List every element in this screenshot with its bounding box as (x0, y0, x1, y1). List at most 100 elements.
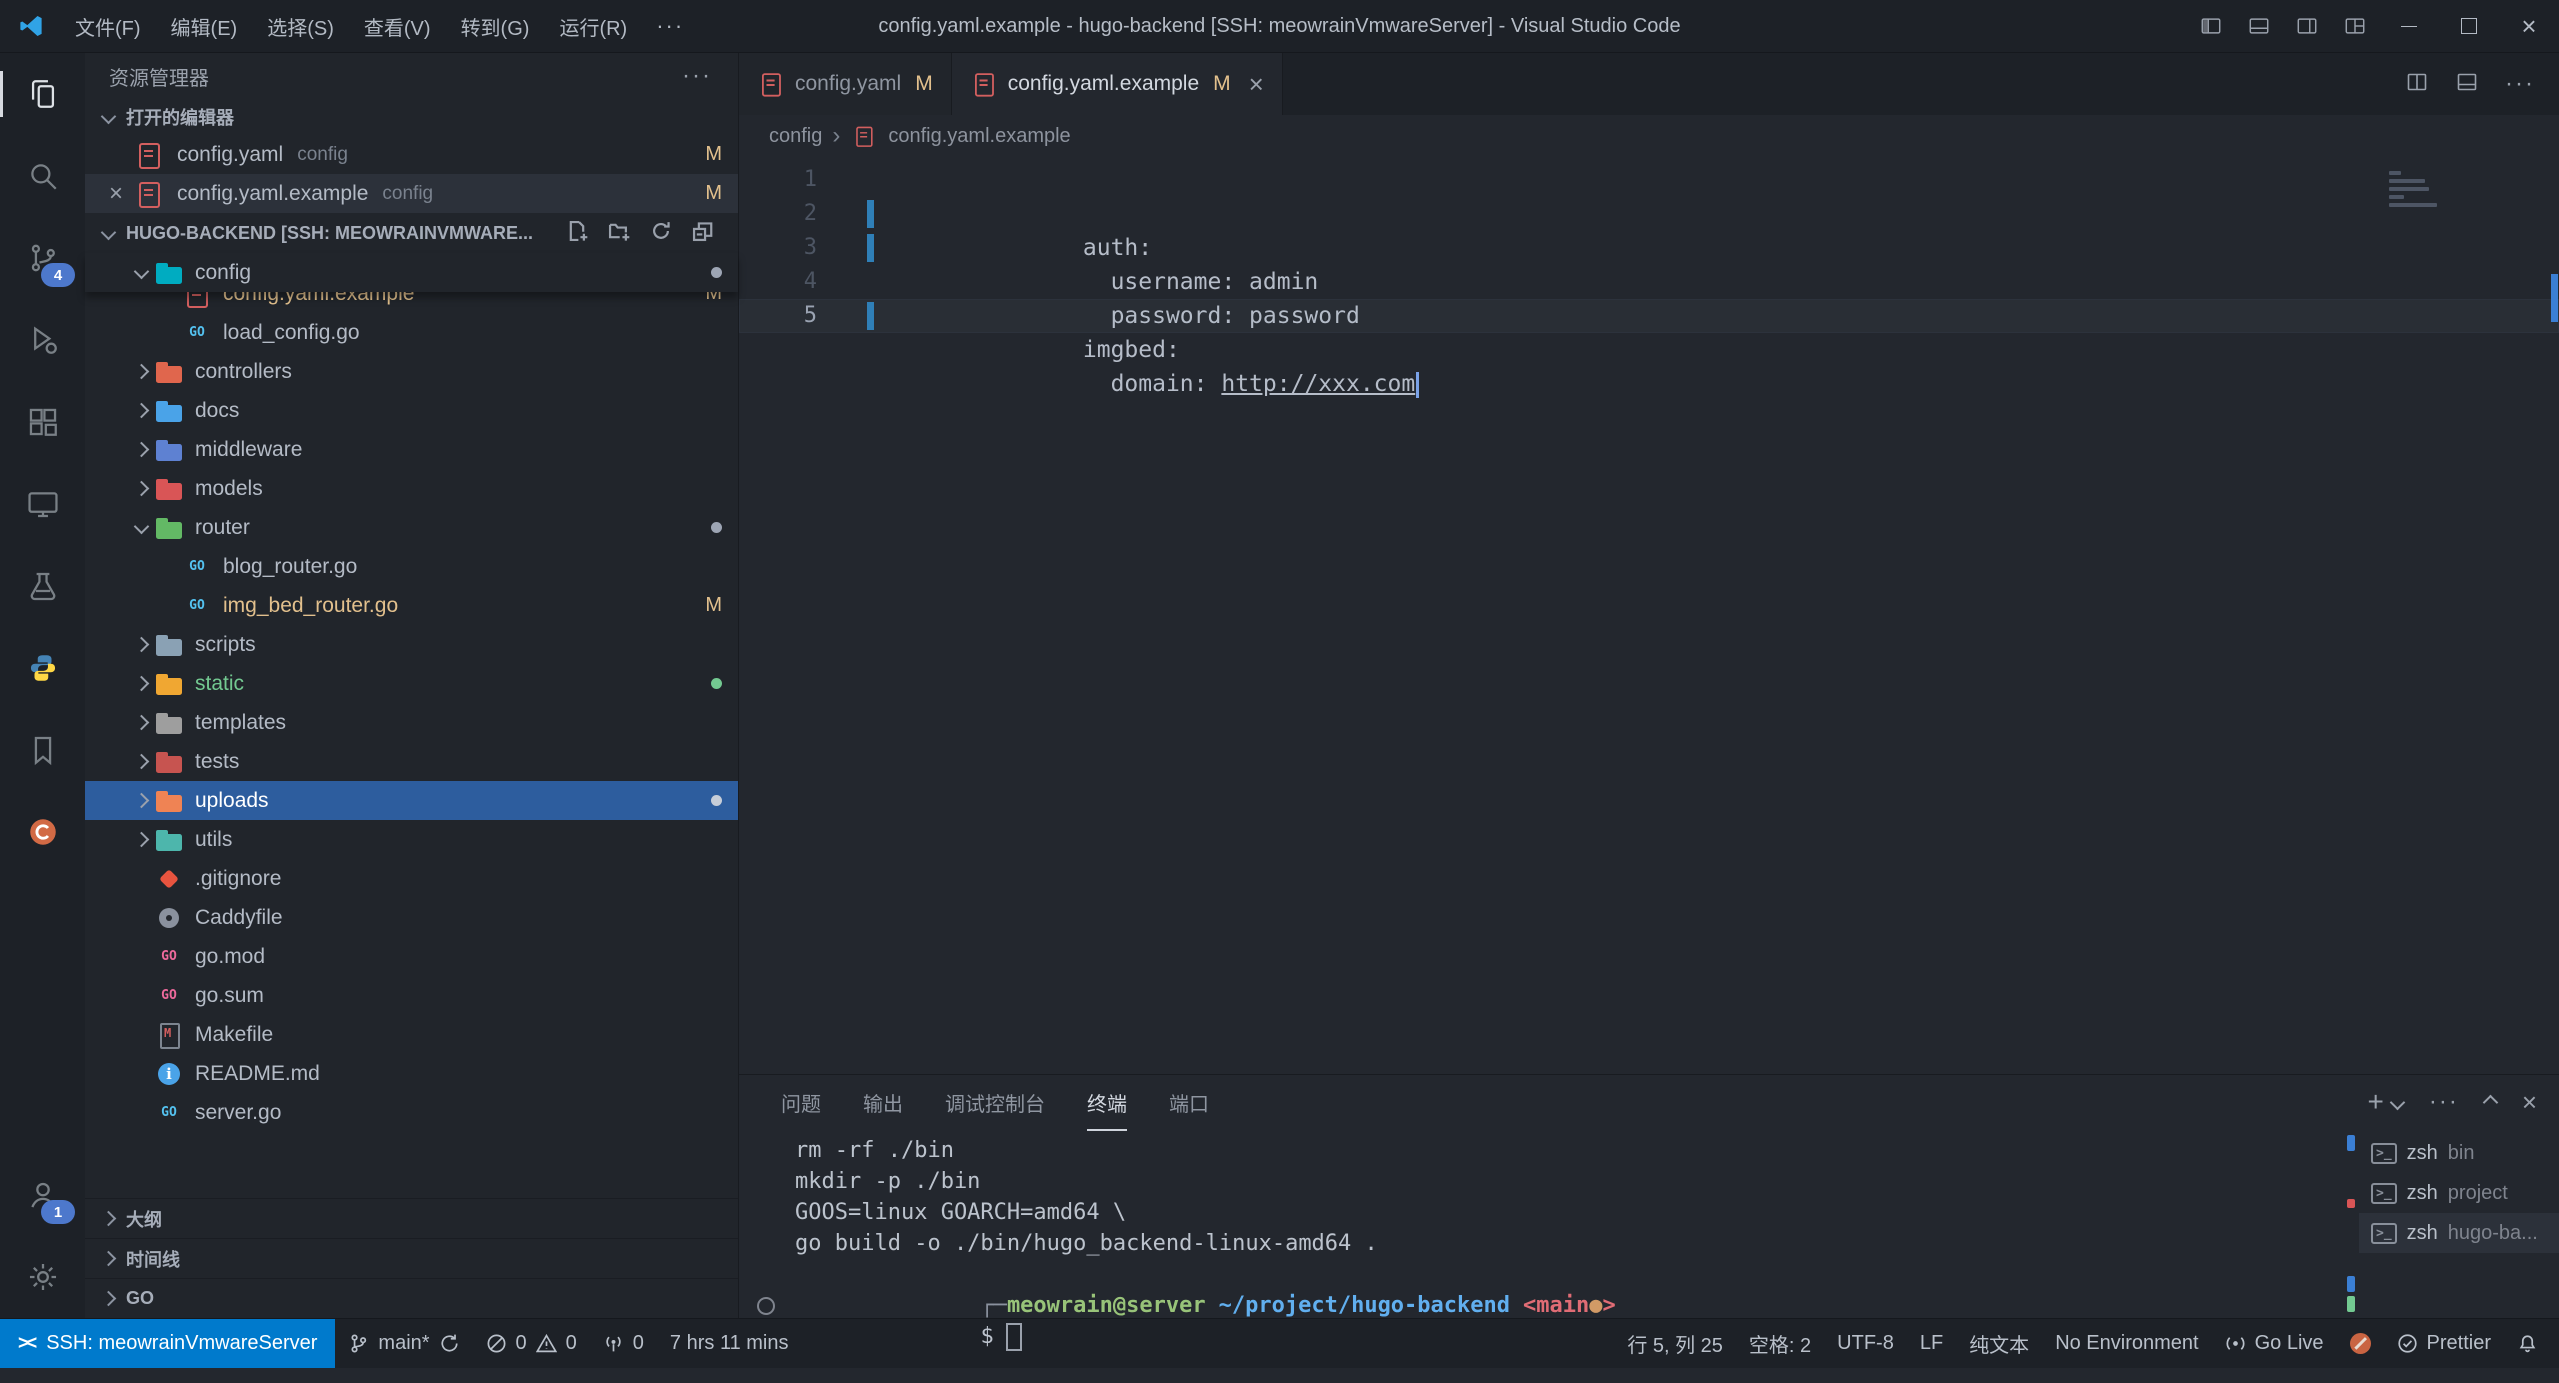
code-line[interactable]: 5 domain: http://xxx.com (739, 299, 2559, 333)
customize-layout-icon[interactable] (2331, 0, 2379, 52)
open-editors-header[interactable]: 打开的编辑器 (85, 99, 738, 135)
terminal-tab[interactable]: >_ zsh hugo-ba... (2359, 1213, 2559, 1253)
toggle-panel-icon[interactable] (2235, 0, 2283, 52)
go-live-button[interactable]: Go Live (2212, 1319, 2337, 1368)
tree-item[interactable]: Makefile (85, 1015, 738, 1054)
menu-item[interactable]: 编辑(E) (156, 0, 253, 52)
sidebar-section[interactable]: 大纲 (85, 1198, 738, 1238)
tree-item[interactable]: utils (85, 820, 738, 859)
tree-item[interactable]: config (85, 253, 738, 292)
terminal-input-line[interactable]: $ (795, 1290, 2343, 1321)
sidebar-section[interactable]: 时间线 (85, 1238, 738, 1278)
tree-item[interactable]: blog_router.go (85, 547, 738, 586)
panel-more-actions-icon[interactable]: ··· (2429, 1088, 2459, 1116)
tree-item[interactable]: templates (85, 703, 738, 742)
tree-item[interactable]: server.go (85, 1093, 738, 1132)
source-control-icon[interactable]: 4 (0, 217, 85, 299)
close-window-button[interactable]: × (2499, 0, 2559, 52)
open-editor-item[interactable]: × config.yaml.example config M (85, 174, 738, 213)
split-editor-icon[interactable] (2405, 70, 2429, 99)
run-debug-icon[interactable] (0, 299, 85, 381)
maximize-button[interactable] (2439, 0, 2499, 52)
code-editor[interactable]: 1 auth: 2 username: admin 3 password: pa… (739, 157, 2559, 1074)
maximize-panel-icon[interactable] (2483, 1094, 2499, 1110)
bookmarks-icon[interactable] (0, 709, 85, 791)
prettier-status[interactable]: Prettier (2384, 1319, 2504, 1368)
panel-tab[interactable]: 调试控制台 (945, 1075, 1045, 1131)
encoding-status[interactable]: UTF-8 (1824, 1319, 1907, 1368)
menu-item[interactable]: 运行(R) (544, 0, 642, 52)
testing-icon[interactable] (0, 545, 85, 627)
remote-explorer-icon[interactable] (0, 463, 85, 545)
tree-item[interactable]: tests (85, 742, 738, 781)
open-editor-item[interactable]: config.yaml config M (85, 135, 738, 174)
tree-item[interactable]: controllers (85, 352, 738, 391)
terminal-output[interactable]: rm -rf ./bin mkdir -p ./bin GOOS=linux G… (739, 1129, 2343, 1318)
panel-tab[interactable]: 输出 (863, 1075, 903, 1131)
cursor-position-status[interactable]: 行 5, 列 25 (1614, 1319, 1736, 1368)
explorer-more-actions-icon[interactable]: ··· (668, 62, 726, 90)
toggle-primary-sidebar-icon[interactable] (2187, 0, 2235, 52)
code-line[interactable]: 3 password: password (739, 231, 2559, 265)
close-editor-icon[interactable]: × (97, 180, 135, 208)
extensions-icon[interactable] (0, 381, 85, 463)
refresh-icon[interactable] (650, 220, 672, 247)
code-line[interactable]: 2 username: admin (739, 197, 2559, 231)
editor-tab[interactable]: config.yaml.example M × (952, 53, 1283, 115)
code-line[interactable]: 1 auth: (739, 163, 2559, 197)
menu-item[interactable]: 查看(V) (349, 0, 446, 52)
branch-status[interactable]: main* (335, 1319, 472, 1368)
tree-item[interactable]: models (85, 469, 738, 508)
tree-item[interactable]: img_bed_router.go M (85, 586, 738, 625)
tree-item[interactable]: README.md (85, 1054, 738, 1093)
tree-item[interactable]: load_config.go (85, 313, 738, 352)
breadcrumb-file[interactable]: config.yaml.example (888, 125, 1070, 148)
minimize-button[interactable] (2379, 0, 2439, 52)
tree-item[interactable]: static (85, 664, 738, 703)
code-line[interactable]: 4 imgbed: (739, 265, 2559, 299)
c-extension-icon[interactable] (0, 791, 85, 873)
close-tab-icon[interactable]: × (1249, 71, 1264, 97)
tree-item[interactable]: go.mod (85, 937, 738, 976)
language-mode-status[interactable]: 纯文本 (1956, 1319, 2042, 1368)
close-panel-icon[interactable]: × (2522, 1089, 2537, 1115)
workspace-header[interactable]: HUGO-BACKEND [SSH: MEOWRAINVMWARE... (85, 213, 738, 253)
tree-item[interactable]: scripts (85, 625, 738, 664)
tree-item[interactable]: Caddyfile (85, 898, 738, 937)
new-folder-icon[interactable] (608, 220, 630, 247)
new-file-icon[interactable] (566, 220, 588, 247)
tree-item[interactable]: .gitignore (85, 859, 738, 898)
minimap[interactable] (2389, 171, 2459, 211)
sidebar-section[interactable]: GO (85, 1278, 738, 1318)
panel-tab[interactable]: 端口 (1169, 1075, 1209, 1131)
tree-item[interactable]: middleware (85, 430, 738, 469)
tree-item[interactable]: go.sum (85, 976, 738, 1015)
menu-item[interactable]: 文件(F) (60, 0, 156, 52)
eol-status[interactable]: LF (1907, 1319, 1956, 1368)
menu-item[interactable]: 转到(G) (446, 0, 545, 52)
python-extension-icon[interactable] (0, 627, 85, 709)
settings-gear-icon[interactable] (0, 1236, 85, 1318)
editor-tab[interactable]: config.yaml M (739, 53, 952, 115)
notifications-bell[interactable] (2504, 1319, 2551, 1368)
problems-status[interactable]: 0 0 (473, 1319, 590, 1368)
command-decoration-icon[interactable] (757, 1297, 775, 1315)
spell-checker-status[interactable] (2337, 1319, 2384, 1368)
forwarded-ports-status[interactable]: 0 (590, 1319, 657, 1368)
tree-item[interactable]: uploads (85, 781, 738, 820)
toggle-secondary-sidebar-icon[interactable] (2283, 0, 2331, 52)
new-terminal-button[interactable]: + (2367, 1088, 2402, 1116)
tree-item[interactable]: docs (85, 391, 738, 430)
terminal-tab[interactable]: >_ zsh project (2359, 1173, 2559, 1213)
terminal-scrollbar[interactable] (2343, 1129, 2359, 1318)
terminal-tab[interactable]: >_ zsh bin (2359, 1133, 2559, 1173)
remote-indicator[interactable]: >< SSH: meowrainVmwareServer (0, 1319, 335, 1368)
breadcrumb-folder[interactable]: config (769, 125, 822, 148)
more-editor-actions-icon[interactable]: ··· (2505, 70, 2535, 98)
time-tracker-status[interactable]: 7 hrs 11 mins (657, 1319, 802, 1368)
indentation-status[interactable]: 空格: 2 (1736, 1319, 1824, 1368)
accounts-icon[interactable]: 1 (0, 1154, 85, 1236)
terminal-dropdown-icon[interactable] (2390, 1094, 2406, 1110)
environment-status[interactable]: No Environment (2042, 1319, 2211, 1368)
editor-layout-icon[interactable] (2455, 70, 2479, 99)
